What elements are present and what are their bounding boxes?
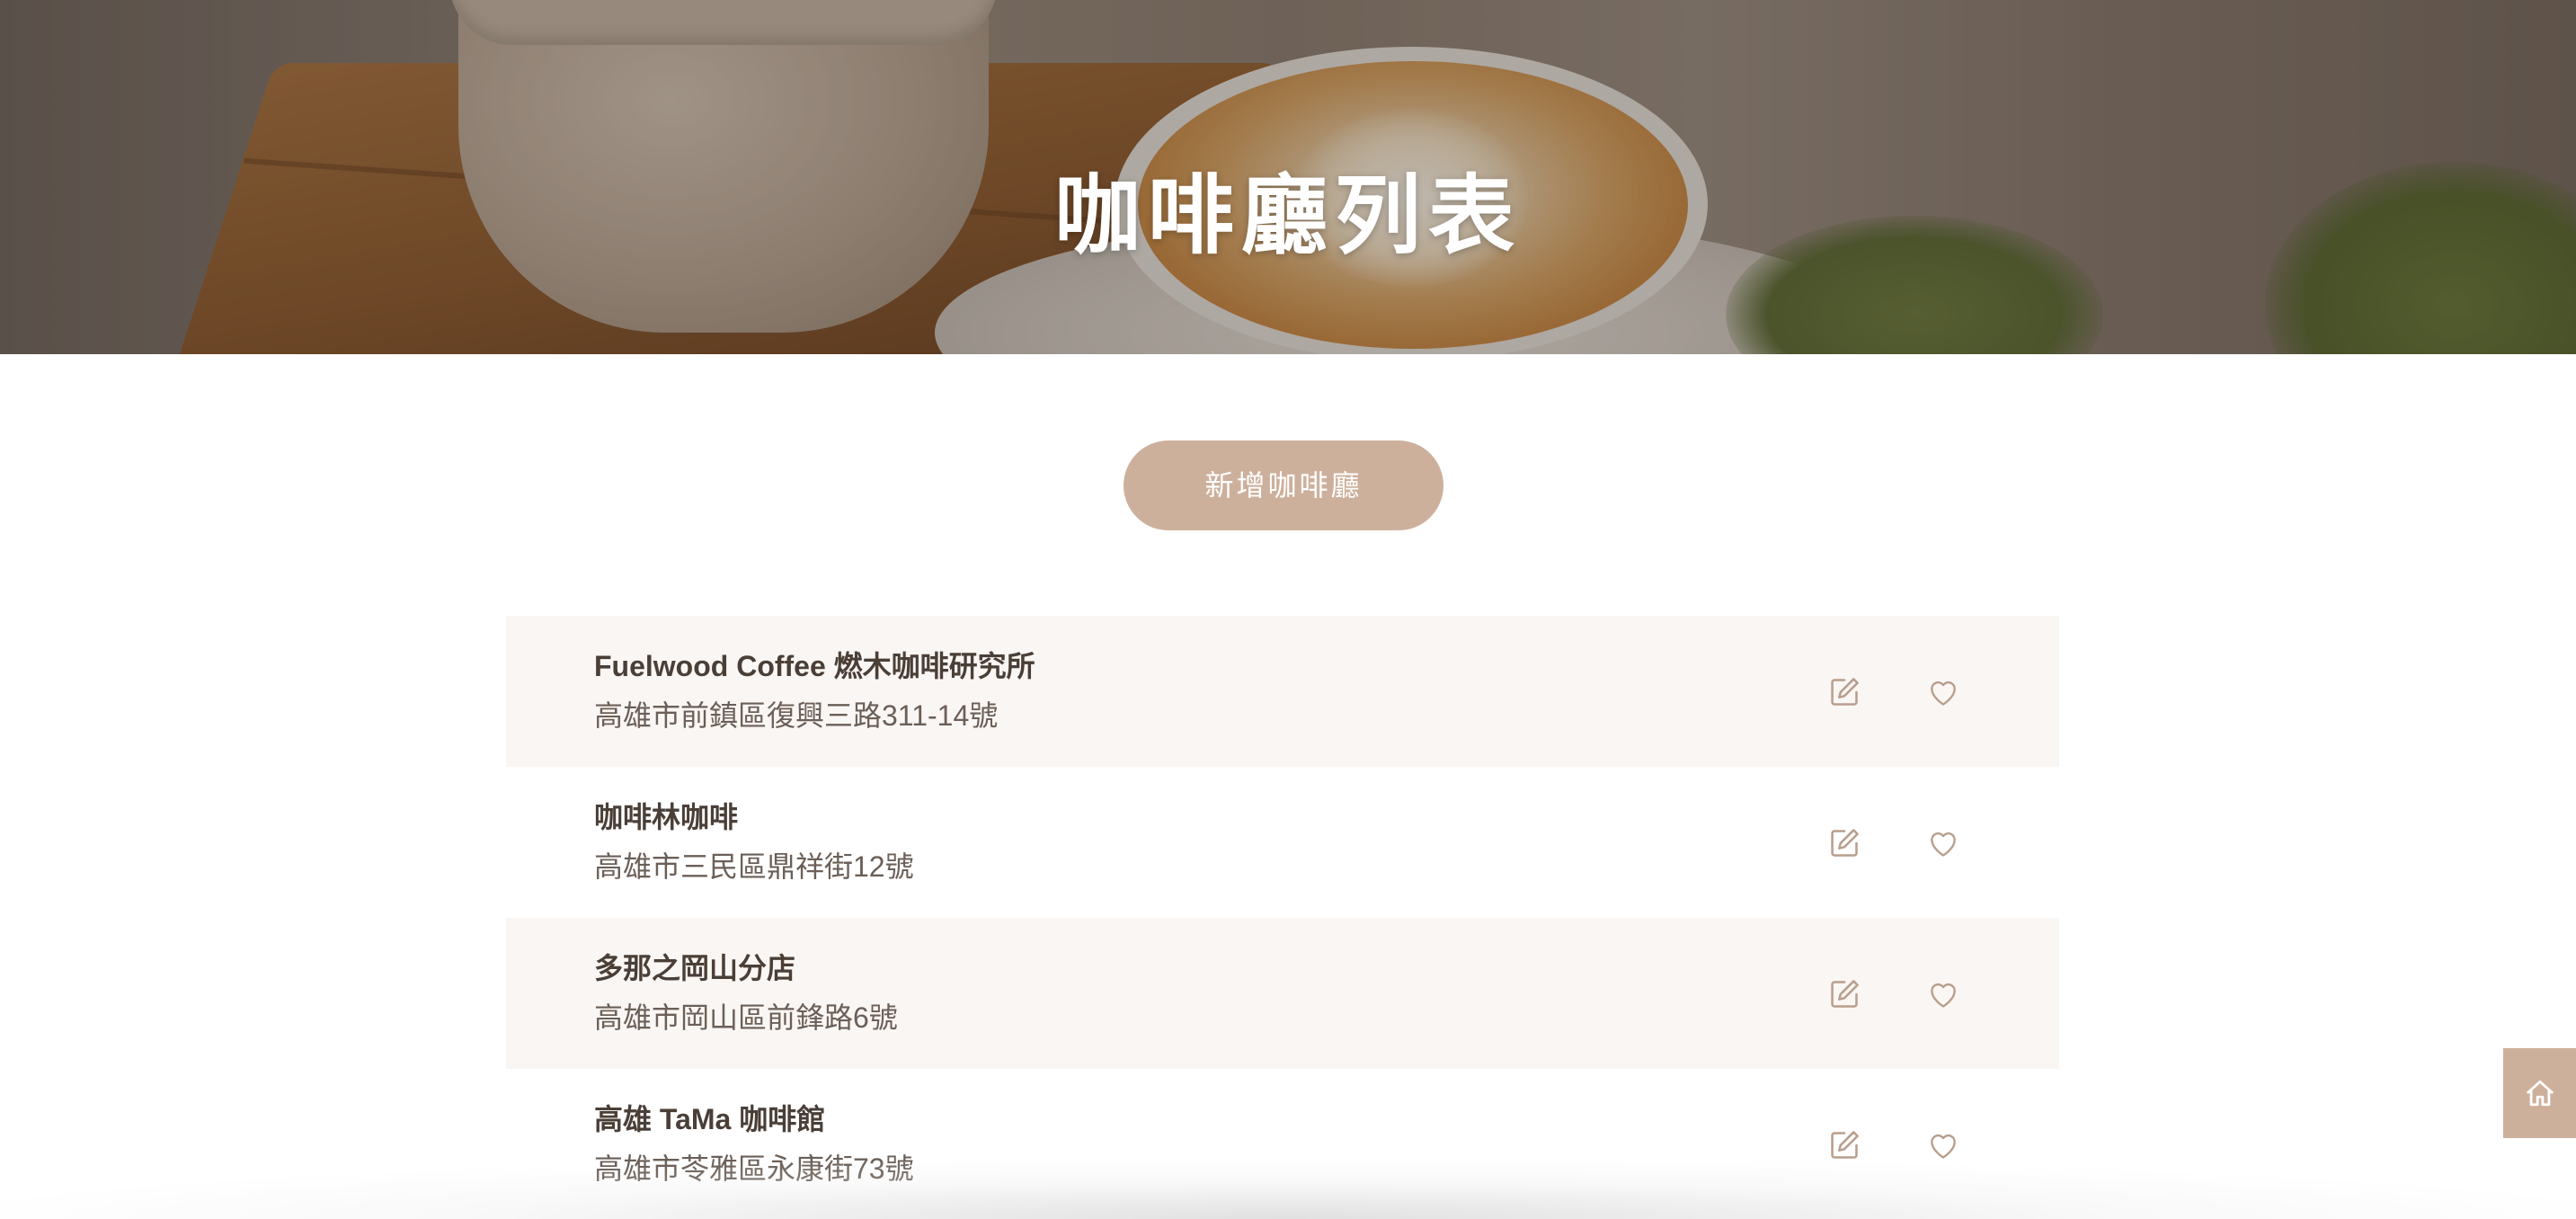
page-title: 咖啡廳列表 xyxy=(1054,165,1522,266)
cafe-address: 高雄市苓雅區永康街73號 xyxy=(594,1152,914,1185)
cafe-name: 咖啡林咖啡 xyxy=(594,801,739,833)
cafe-list-item: 多那之岡山分店 高雄市岡山區前鋒路6號 xyxy=(506,918,2059,1069)
heart-icon[interactable] xyxy=(1926,826,1960,860)
hero-banner: 咖啡廳列表 xyxy=(0,0,2576,354)
edit-icon[interactable] xyxy=(1827,826,1861,860)
page: 咖啡廳列表 新增咖啡廳 Fuelwood Coffee 燃木咖啡研究所 高雄市前… xyxy=(0,0,2576,1219)
edit-icon[interactable] xyxy=(1827,675,1861,709)
cafe-list: Fuelwood Coffee 燃木咖啡研究所 高雄市前鎮區復興三路311-14… xyxy=(506,616,2059,1219)
add-cafe-button[interactable]: 新增咖啡廳 xyxy=(1124,440,1443,530)
cafe-list-item: Fuelwood Coffee 燃木咖啡研究所 高雄市前鎮區復興三路311-14… xyxy=(506,616,2059,767)
cafe-address: 高雄市岡山區前鋒路6號 xyxy=(594,1001,898,1034)
edit-icon[interactable] xyxy=(1827,977,1861,1011)
edit-icon[interactable] xyxy=(1827,1128,1861,1162)
cafe-name: Fuelwood Coffee 燃木咖啡研究所 xyxy=(594,650,1035,682)
heart-icon[interactable] xyxy=(1926,1128,1960,1162)
cafe-name: 多那之岡山分店 xyxy=(594,952,796,984)
cafe-list-item: 高雄 TaMa 咖啡館 高雄市苓雅區永康街73號 xyxy=(506,1069,2059,1219)
cafe-address: 高雄市前鎮區復興三路311-14號 xyxy=(594,699,999,732)
cafe-address: 高雄市三民區鼎祥街12號 xyxy=(594,850,914,883)
cafe-list-item: 咖啡林咖啡 高雄市三民區鼎祥街12號 xyxy=(506,767,2059,918)
home-button[interactable] xyxy=(2503,1048,2576,1138)
home-icon xyxy=(2526,1080,2554,1107)
heart-icon[interactable] xyxy=(1926,977,1960,1011)
cafe-name: 高雄 TaMa 咖啡館 xyxy=(594,1103,826,1135)
heart-icon[interactable] xyxy=(1926,675,1960,709)
